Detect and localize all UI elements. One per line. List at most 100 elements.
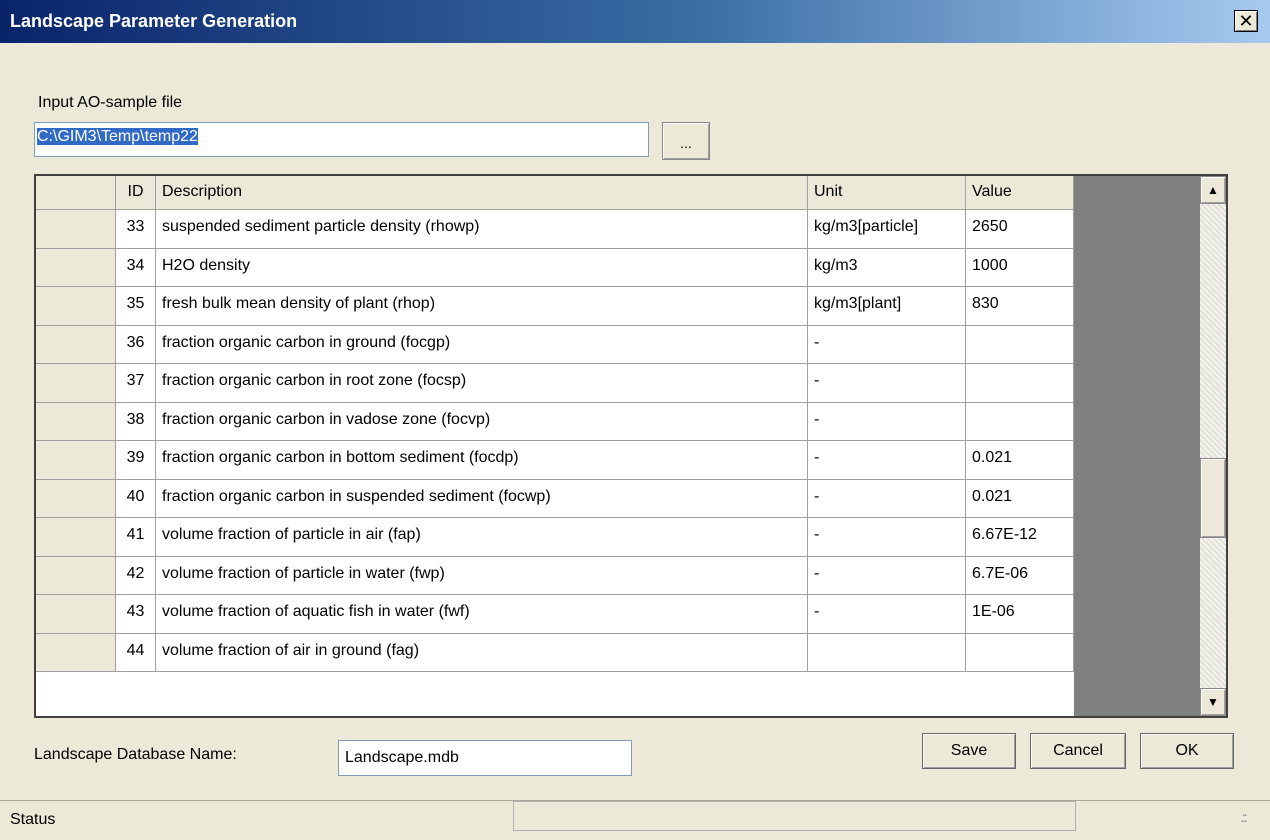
close-icon: ✕: [1238, 11, 1254, 31]
column-header-unit[interactable]: Unit: [808, 176, 966, 210]
cell-unit[interactable]: -: [808, 595, 966, 634]
resize-grip-icon[interactable]: .::: [1240, 809, 1248, 825]
status-progress-bar: [513, 801, 1076, 831]
cell-value[interactable]: [966, 402, 1074, 441]
browse-button[interactable]: ...: [662, 122, 710, 160]
cell-id[interactable]: 42: [116, 556, 156, 595]
title-bar[interactable]: Landscape Parameter Generation ✕: [0, 0, 1270, 43]
cell-description[interactable]: fraction organic carbon in root zone (fo…: [156, 364, 808, 403]
cell-value[interactable]: 1E-06: [966, 595, 1074, 634]
cell-unit[interactable]: kg/m3[particle]: [808, 210, 966, 249]
ok-button[interactable]: OK: [1140, 733, 1234, 769]
grid-body: ID Description Unit Value 33 suspended se…: [36, 176, 1074, 716]
row-selector[interactable]: [36, 364, 116, 403]
cell-unit[interactable]: [808, 633, 966, 672]
scroll-down-button[interactable]: ▼: [1200, 688, 1226, 716]
cell-unit[interactable]: -: [808, 364, 966, 403]
cell-id[interactable]: 35: [116, 287, 156, 326]
cell-unit[interactable]: -: [808, 518, 966, 557]
cell-id[interactable]: 38: [116, 402, 156, 441]
cell-id[interactable]: 39: [116, 441, 156, 480]
cell-description[interactable]: volume fraction of air in ground (fag): [156, 633, 808, 672]
cell-description[interactable]: fresh bulk mean density of plant (rhop): [156, 287, 808, 326]
table-row[interactable]: 40 fraction organic carbon in suspended s…: [36, 479, 1074, 518]
row-selector[interactable]: [36, 556, 116, 595]
cell-description[interactable]: H2O density: [156, 248, 808, 287]
cell-id[interactable]: 34: [116, 248, 156, 287]
cell-unit[interactable]: kg/m3: [808, 248, 966, 287]
cell-id[interactable]: 44: [116, 633, 156, 672]
column-header-description[interactable]: Description: [156, 176, 808, 210]
cell-unit[interactable]: -: [808, 479, 966, 518]
cell-value[interactable]: [966, 364, 1074, 403]
cell-description[interactable]: fraction organic carbon in suspended sed…: [156, 479, 808, 518]
column-header-value[interactable]: Value: [966, 176, 1074, 210]
cell-id[interactable]: 43: [116, 595, 156, 634]
cell-description[interactable]: suspended sediment particle density (rho…: [156, 210, 808, 249]
cell-value[interactable]: 830: [966, 287, 1074, 326]
table-row[interactable]: 34 H2O density kg/m3 1000: [36, 248, 1074, 287]
cell-unit[interactable]: -: [808, 441, 966, 480]
database-name-input[interactable]: Landscape.mdb: [338, 740, 632, 776]
cell-id[interactable]: 37: [116, 364, 156, 403]
cell-unit[interactable]: -: [808, 402, 966, 441]
cell-value[interactable]: 6.67E-12: [966, 518, 1074, 557]
cell-description[interactable]: volume fraction of particle in air (fap): [156, 518, 808, 557]
cell-id[interactable]: 36: [116, 325, 156, 364]
cell-value[interactable]: 1000: [966, 248, 1074, 287]
cell-value[interactable]: 0.021: [966, 479, 1074, 518]
table-row[interactable]: 39 fraction organic carbon in bottom sedi…: [36, 441, 1074, 480]
table-row[interactable]: 36 fraction organic carbon in ground (foc…: [36, 325, 1074, 364]
cell-value[interactable]: 0.021: [966, 441, 1074, 480]
database-name-label: Landscape Database Name:: [34, 746, 237, 763]
cell-description[interactable]: fraction organic carbon in vadose zone (…: [156, 402, 808, 441]
cell-description[interactable]: fraction organic carbon in ground (focgp…: [156, 325, 808, 364]
parameter-grid[interactable]: ID Description Unit Value 33 suspended se…: [34, 174, 1228, 718]
row-selector[interactable]: [36, 479, 116, 518]
cell-id[interactable]: 33: [116, 210, 156, 249]
row-selector[interactable]: [36, 633, 116, 672]
column-header-id[interactable]: ID: [116, 176, 156, 210]
cell-description[interactable]: fraction organic carbon in bottom sedime…: [156, 441, 808, 480]
table-row[interactable]: 33 suspended sediment particle density (r…: [36, 210, 1074, 249]
table-row[interactable]: 43 volume fraction of aquatic fish in wat…: [36, 595, 1074, 634]
scrollbar-thumb[interactable]: [1200, 458, 1226, 538]
cell-value[interactable]: 6.7E-06: [966, 556, 1074, 595]
cell-unit[interactable]: -: [808, 556, 966, 595]
row-selector[interactable]: [36, 595, 116, 634]
table-row[interactable]: 42 volume fraction of particle in water (…: [36, 556, 1074, 595]
close-button[interactable]: ✕: [1234, 10, 1258, 32]
scroll-up-button[interactable]: ▲: [1200, 176, 1226, 204]
cell-value[interactable]: [966, 325, 1074, 364]
save-button[interactable]: Save: [922, 733, 1016, 769]
cell-unit[interactable]: -: [808, 325, 966, 364]
cell-description[interactable]: volume fraction of aquatic fish in water…: [156, 595, 808, 634]
cell-unit[interactable]: kg/m3[plant]: [808, 287, 966, 326]
arrow-up-icon: ▲: [1207, 183, 1219, 197]
cell-value[interactable]: 2650: [966, 210, 1074, 249]
row-selector[interactable]: [36, 248, 116, 287]
row-selector[interactable]: [36, 210, 116, 249]
cancel-button[interactable]: Cancel: [1030, 733, 1126, 769]
table-row[interactable]: 35 fresh bulk mean density of plant (rhop…: [36, 287, 1074, 326]
window-title: Landscape Parameter Generation: [10, 11, 298, 31]
row-selector[interactable]: [36, 287, 116, 326]
row-selector[interactable]: [36, 325, 116, 364]
table-row[interactable]: 44 volume fraction of air in ground (fag): [36, 633, 1074, 672]
row-selector-header: [36, 176, 116, 210]
cell-value[interactable]: [966, 633, 1074, 672]
table-row[interactable]: 37 fraction organic carbon in root zone (…: [36, 364, 1074, 403]
cell-id[interactable]: 41: [116, 518, 156, 557]
cell-id[interactable]: 40: [116, 479, 156, 518]
status-bar: Status .::: [0, 800, 1270, 840]
vertical-scrollbar[interactable]: ▲ ▼: [1200, 176, 1226, 716]
table-row[interactable]: 41 volume fraction of particle in air (fa…: [36, 518, 1074, 557]
input-file-label: Input AO-sample file: [38, 94, 183, 111]
row-selector[interactable]: [36, 402, 116, 441]
row-selector[interactable]: [36, 518, 116, 557]
table-row[interactable]: 38 fraction organic carbon in vadose zone…: [36, 402, 1074, 441]
cell-description[interactable]: volume fraction of particle in water (fw…: [156, 556, 808, 595]
input-file-field[interactable]: C:\GIM3\Temp\temp22: [34, 122, 649, 157]
row-selector[interactable]: [36, 441, 116, 480]
status-text: Status: [10, 811, 56, 828]
